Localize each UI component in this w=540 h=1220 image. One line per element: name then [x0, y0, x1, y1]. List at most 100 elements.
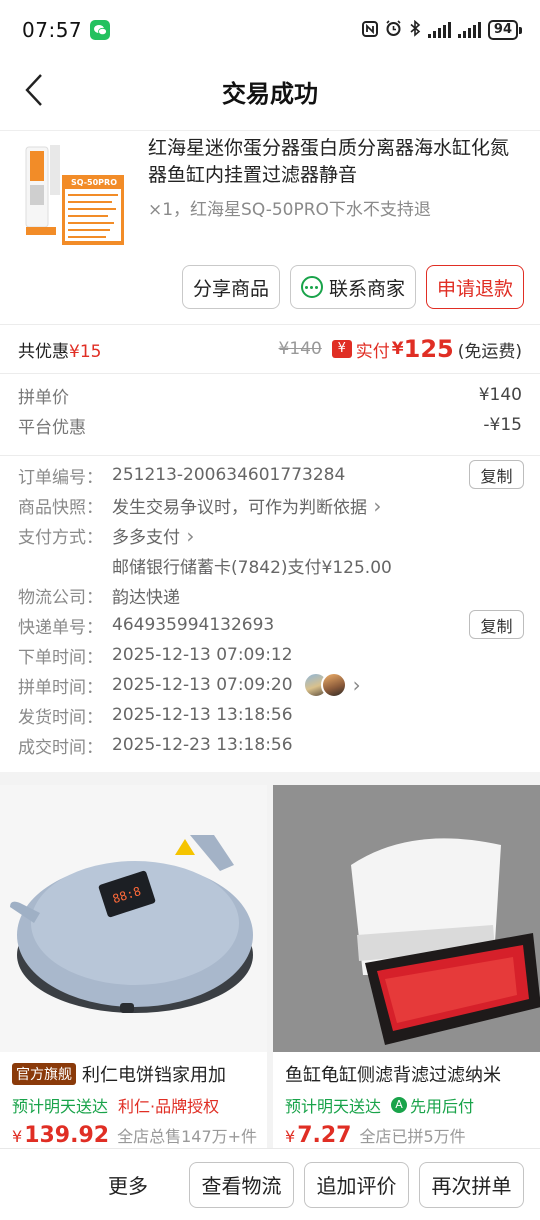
snapshot-row[interactable]: 商品快照： 发生交易争议时，可作为判断依据 [0, 490, 540, 520]
discount-value: ¥15 [69, 341, 102, 362]
recommendation-card[interactable]: 88:8 官方旗舰 利仁电饼铛家用加 预计明天送达 利仁·品牌授权 ¥ 139.… [0, 785, 267, 1148]
paid-currency: ¥ [391, 339, 404, 359]
info-label: 订单编号： [18, 467, 103, 488]
sales-count: 全店总售147万+件 [117, 1127, 258, 1146]
info-label: 支付方式： [18, 527, 103, 548]
chevron-left-icon [25, 74, 42, 106]
pay-later-label: 先用后付 [410, 1097, 475, 1116]
ship-time: 2025-12-13 13:18:56 [112, 705, 293, 725]
group-time: 2025-12-13 07:09:20 [112, 675, 293, 695]
flagship-tag: 官方旗舰 [12, 1063, 76, 1085]
add-review-label: 追加评价 [316, 1174, 397, 1198]
payment-summary: 共优惠¥15 ¥140 ¥ 实付 ¥ 125 (免运费) [0, 324, 540, 374]
product-card: SQ-50PRO 红海星迷你蛋分器蛋白质分离器海水缸化氮器鱼缸内挂置过滤器静音 … [0, 130, 540, 320]
price-row: 拼单价 ¥140 [0, 380, 540, 410]
info-label: 商品快照： [18, 497, 103, 518]
more-button[interactable]: 更多 [108, 1170, 148, 1199]
price-row-label: 拼单价 [18, 387, 69, 408]
status-icons: 94 [361, 19, 523, 40]
payment-detail-row: 邮储银行储蓄卡(7842)支付¥125.00 [0, 550, 540, 580]
add-review-button[interactable]: 追加评价 [304, 1161, 409, 1208]
tracking-row: 快递单号： 464935994132693 复制 [0, 610, 540, 640]
payment-method-row[interactable]: 支付方式： 多多支付 [0, 520, 540, 550]
recommendation-price: ¥ 139.92 全店总售147万+件 [12, 1123, 257, 1148]
paid-label: 实付 [355, 341, 390, 362]
nfc-icon [361, 20, 378, 40]
shipping-note: (免运费) [457, 341, 522, 362]
price-row-value: ¥140 [478, 385, 522, 405]
product-spec: ×1，红海星SQ-50PRO下水不支持退 [148, 200, 431, 220]
product-image[interactable] [273, 785, 540, 1052]
info-label: 发货时间： [18, 707, 103, 728]
delivery-estimate: 预计明天送达 [285, 1097, 382, 1116]
bluetooth-icon [409, 19, 421, 40]
ship-time-row: 发货时间： 2025-12-13 13:18:56 [0, 700, 540, 730]
discount-label: 共优惠 [18, 341, 69, 362]
price-currency: ¥ [12, 1127, 23, 1146]
paid-summary: ¥140 ¥ 实付 ¥ 125 (免运费) [279, 335, 522, 363]
copy-order-number-button[interactable]: 复制 [469, 460, 524, 489]
brand-authorization: 利仁·品牌授权 [118, 1097, 220, 1116]
recommendation-card[interactable]: 鱼缸龟缸侧滤背滤过滤纳米 预计明天送达 A 先用后付 ¥ 7.27 全店已拼5万… [273, 785, 540, 1148]
status-bar: 07:57 94 [0, 0, 540, 60]
product-thumbnail[interactable]: SQ-50PRO [20, 137, 130, 247]
deal-time: 2025-12-23 13:18:56 [112, 735, 293, 755]
price-row-value: -¥15 [483, 415, 522, 435]
bottom-action-bar: 更多 查看物流 追加评价 再次拼单 [0, 1148, 540, 1220]
delivery-estimate: 预计明天送达 [12, 1097, 109, 1116]
view-logistics-button[interactable]: 查看物流 [189, 1161, 294, 1208]
paid-amount: 125 [403, 335, 454, 363]
price-breakdown: 拼单价 ¥140 平台优惠 -¥15 [0, 380, 540, 456]
thumbnail-label: SQ-50PRO [71, 178, 117, 187]
pay-later-badge: A 先用后付 [391, 1093, 474, 1117]
share-product-button[interactable]: 分享商品 [181, 265, 280, 309]
status-time: 07:57 [22, 18, 83, 42]
battery-indicator: 94 [487, 20, 523, 40]
product-title[interactable]: 红海星迷你蛋分器蛋白质分离器海水缸化氮器鱼缸内挂置过滤器静音 [148, 135, 520, 189]
order-time: 2025-12-13 07:09:12 [112, 645, 293, 665]
recommendation-title-text: 利仁电饼铛家用加 [82, 1065, 226, 1086]
signal-icon [427, 22, 451, 38]
product-actions: 分享商品 联系商家 申请退款 [181, 265, 524, 309]
price-amount: 7.27 [297, 1123, 352, 1148]
info-label: 拼单时间： [18, 677, 103, 698]
wechat-icon [90, 20, 111, 40]
order-number-row: 订单编号： 251213-200634601773284 复制 [0, 460, 540, 490]
price-row: 平台优惠 -¥15 [0, 410, 540, 440]
refund-button[interactable]: 申请退款 [425, 265, 524, 309]
original-price: ¥140 [278, 339, 322, 359]
recommendation-title-text: 鱼缸龟缸侧滤背滤过滤纳米 [285, 1065, 501, 1086]
signal-icon-2 [457, 22, 481, 38]
info-label: 成交时间： [18, 737, 103, 758]
sales-count: 全店已拼5万件 [359, 1127, 466, 1146]
nav-bar: 交易成功 [0, 60, 540, 122]
contact-label: 联系商家 [328, 277, 405, 300]
snapshot-link[interactable]: 发生交易争议时，可作为判断依据 [112, 493, 381, 518]
back-button[interactable] [14, 70, 54, 110]
chevron-right-icon[interactable]: › [353, 673, 361, 697]
view-logistics-label: 查看物流 [201, 1174, 282, 1198]
product-image[interactable]: 88:8 [0, 785, 267, 1052]
refund-label: 申请退款 [436, 277, 513, 300]
copy-tracking-number-button[interactable]: 复制 [469, 610, 524, 639]
price-currency: ¥ [285, 1127, 296, 1146]
price-row-label: 平台优惠 [18, 417, 86, 438]
order-number: 251213-200634601773284 [112, 465, 346, 485]
price-amount: 139.92 [24, 1123, 110, 1148]
avatar [320, 672, 347, 698]
reorder-label: 再次拼单 [431, 1174, 512, 1198]
contact-merchant-button[interactable]: 联系商家 [289, 265, 416, 309]
reorder-button[interactable]: 再次拼单 [419, 1161, 524, 1208]
recommendation-subtitle: 预计明天送达 A 先用后付 [285, 1093, 474, 1117]
payment-method-link[interactable]: 多多支付 [112, 523, 194, 548]
group-time-row[interactable]: 拼单时间： 2025-12-13 07:09:20 › [0, 670, 540, 700]
bottom-actions: 查看物流 追加评价 再次拼单 [189, 1161, 524, 1208]
recommendation-subtitle: 预计明天送达 利仁·品牌授权 [12, 1093, 219, 1117]
order-time-row: 下单时间： 2025-12-13 07:09:12 [0, 640, 540, 670]
recommendation-title[interactable]: 鱼缸龟缸侧滤背滤过滤纳米 [285, 1061, 533, 1087]
pay-later-icon: A [391, 1097, 408, 1113]
info-label: 快递单号： [18, 617, 103, 638]
paid-yen-icon: ¥ [331, 340, 352, 358]
recommendation-title[interactable]: 官方旗舰 利仁电饼铛家用加 [12, 1061, 260, 1087]
chat-icon [300, 276, 323, 298]
